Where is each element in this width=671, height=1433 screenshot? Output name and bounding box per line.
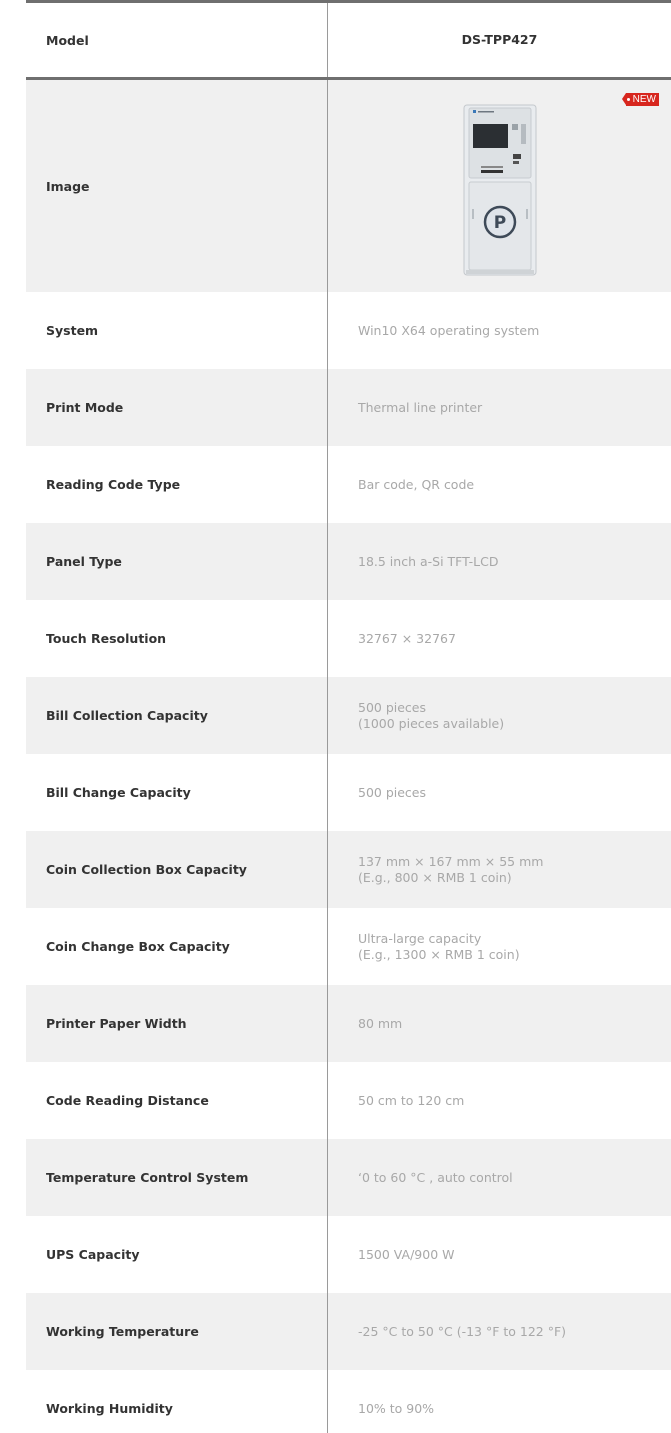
spec-label: Coin Collection Box Capacity	[26, 831, 328, 908]
spec-value: 32767 × 32767	[358, 630, 456, 646]
spec-value: 500 pieces	[358, 784, 427, 800]
spec-row: Working Humidity 10% to 90%	[26, 1370, 671, 1433]
spec-value: Thermal line printer	[358, 399, 483, 415]
spec-label: Panel Type	[26, 523, 328, 600]
spec-value: 18.5 inch a-Si TFT-LCD	[358, 553, 499, 569]
spec-row: System Win10 X64 operating system	[26, 292, 671, 369]
spec-value: Win10 X64 operating system	[358, 322, 540, 338]
spec-label: Coin Change Box Capacity	[26, 908, 328, 985]
spec-value: Ultra-large capacity (E.g., 1300 × RMB 1…	[358, 930, 520, 962]
image-label: Image	[26, 80, 328, 292]
parking-kiosk-icon: P	[463, 104, 536, 276]
spec-row: Temperature Control System ‘0 to 60 °C ,…	[26, 1139, 671, 1216]
spec-value: Bar code, QR code	[358, 476, 475, 492]
spec-label: Code Reading Distance	[26, 1062, 328, 1139]
spec-row: Bill Change Capacity 500 pieces	[26, 754, 671, 831]
spec-row: Coin Change Box Capacity Ultra-large cap…	[26, 908, 671, 985]
spec-label: UPS Capacity	[26, 1216, 328, 1293]
spec-label: System	[26, 292, 328, 369]
spec-value: 50 cm to 120 cm	[358, 1092, 465, 1108]
model-label: Model	[26, 3, 328, 77]
spec-label: Bill Collection Capacity	[26, 677, 328, 754]
spec-table: Model DS-TPP427 Image NEW P System Win10…	[26, 0, 671, 1433]
spec-label: Touch Resolution	[26, 600, 328, 677]
spec-value: ‘0 to 60 °C , auto control	[358, 1169, 513, 1185]
spec-row: Coin Collection Box Capacity 137 mm × 16…	[26, 831, 671, 908]
svg-text:P: P	[493, 213, 505, 233]
spec-value: 80 mm	[358, 1015, 403, 1031]
spec-row: UPS Capacity 1500 VA/900 W	[26, 1216, 671, 1293]
spec-row: Touch Resolution 32767 × 32767	[26, 600, 671, 677]
image-cell: NEW P	[328, 80, 671, 292]
spec-value: 137 mm × 167 mm × 55 mm (E.g., 800 × RMB…	[358, 853, 544, 885]
spec-row: Working Temperature -25 °C to 50 °C (-13…	[26, 1293, 671, 1370]
spec-label: Print Mode	[26, 369, 328, 446]
table-header-row: Model DS-TPP427	[26, 3, 671, 80]
spec-value: 1500 VA/900 W	[358, 1246, 455, 1262]
spec-label: Temperature Control System	[26, 1139, 328, 1216]
spec-row: Panel Type 18.5 inch a-Si TFT-LCD	[26, 523, 671, 600]
spec-row: Code Reading Distance 50 cm to 120 cm	[26, 1062, 671, 1139]
spec-label: Working Humidity	[26, 1370, 328, 1433]
spec-value: 10% to 90%	[358, 1400, 435, 1416]
new-badge: NEW	[621, 93, 659, 106]
spec-row: Print Mode Thermal line printer	[26, 369, 671, 446]
model-value: DS-TPP427	[461, 32, 538, 47]
spec-label: Bill Change Capacity	[26, 754, 328, 831]
spec-value: -25 °C to 50 °C (-13 °F to 122 °F)	[358, 1323, 567, 1339]
spec-value: 500 pieces (1000 pieces available)	[358, 699, 505, 731]
spec-row: Reading Code Type Bar code, QR code	[26, 446, 671, 523]
spec-row: Printer Paper Width 80 mm	[26, 985, 671, 1062]
image-row: Image NEW P	[26, 80, 671, 292]
spec-label: Printer Paper Width	[26, 985, 328, 1062]
spec-row: Bill Collection Capacity 500 pieces (100…	[26, 677, 671, 754]
spec-label: Working Temperature	[26, 1293, 328, 1370]
spec-label: Reading Code Type	[26, 446, 328, 523]
